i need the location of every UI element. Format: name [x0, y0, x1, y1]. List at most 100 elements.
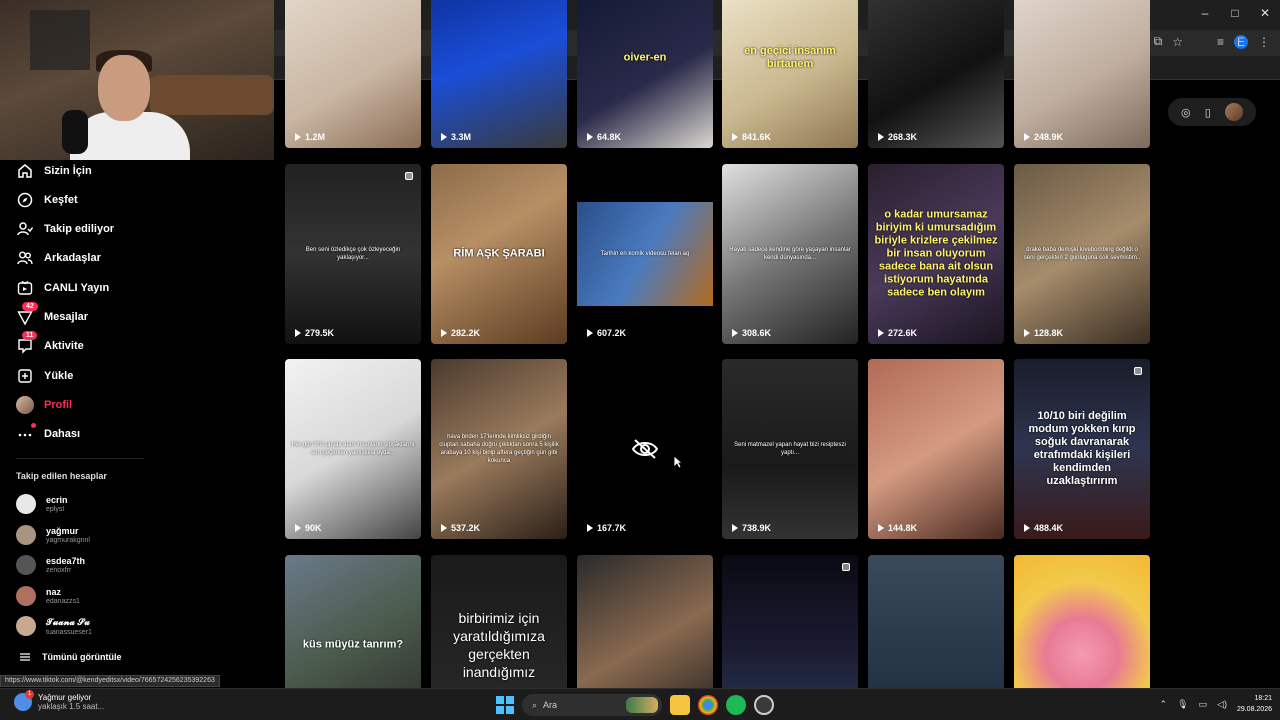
see-all-button[interactable]: Tümünü görüntüle	[20, 652, 121, 662]
view-count-value: 128.8K	[1034, 328, 1064, 338]
bookmark-star-icon[interactable]: ☆	[1172, 35, 1183, 49]
nav-for-you[interactable]: Sizin İçin	[16, 160, 92, 182]
play-icon	[1024, 524, 1030, 532]
nav-messages[interactable]: 42 Mesajlar	[16, 302, 89, 328]
video-tile[interactable]: oiver-en 64.8K	[577, 0, 713, 148]
video-tile[interactable]: drake baba demişki lovebombing değildi o…	[1014, 164, 1150, 344]
nav-profile[interactable]: Profil	[16, 394, 72, 416]
compass-icon	[16, 191, 34, 209]
video-tile[interactable]: 144.8K	[868, 359, 1004, 539]
nav-label: Keşfet	[44, 194, 78, 206]
view-count-value: 308.6K	[742, 328, 772, 338]
sidebar: Sizin İçin Keşfet Takip ediliyor Arkadaş…	[0, 160, 274, 675]
nav-label: Dahası	[44, 428, 81, 440]
nav-label: Sizin İçin	[44, 165, 92, 177]
video-tile[interactable]: Seni matmazel yapan hayat bizi resiptesz…	[722, 359, 858, 539]
account-avatar	[16, 586, 36, 606]
browser-profile-avatar[interactable]: E	[1234, 34, 1248, 49]
file-explorer-icon[interactable]	[670, 695, 690, 715]
video-caption: birbirimiz için yaratıldığımıza gerçekte…	[453, 610, 545, 680]
chrome-icon[interactable]	[698, 695, 718, 715]
upload-icon	[16, 367, 34, 385]
following-account[interactable]: 𝓣𝓾𝓪𝓷𝓪 𝓢𝓾 tuanassueser1	[16, 612, 92, 640]
view-count: 248.9K	[1024, 132, 1063, 142]
microphone-icon[interactable]: 🎙	[1177, 699, 1188, 710]
view-count: 144.8K	[878, 523, 917, 533]
obs-icon[interactable]	[754, 695, 774, 715]
video-tile[interactable]: hava birden 17'lerinde kimliksiz girdiği…	[431, 359, 567, 539]
view-count: 308.6K	[732, 328, 771, 338]
messages-badge: 42	[22, 302, 38, 311]
video-caption: 10/10 biri değilim modum yokken kırıp so…	[1028, 410, 1136, 487]
volume-icon[interactable]: ◁)	[1217, 699, 1227, 710]
video-tile[interactable]: en geçici insanım birtanem 841.6K	[722, 0, 858, 148]
windows-start-icon[interactable]	[496, 696, 514, 714]
taskbar-search[interactable]: ⌕ Ara	[522, 694, 662, 716]
account-handle: edanazzs1	[46, 598, 80, 605]
home-icon	[16, 162, 34, 180]
view-count-value: 841.6K	[742, 132, 772, 142]
following-account[interactable]: yağmur yagmurakgnnl	[16, 521, 90, 549]
nav-upload[interactable]: Yükle	[16, 365, 73, 387]
account-name: 𝓣𝓾𝓪𝓷𝓪 𝓢𝓾	[46, 616, 90, 627]
video-tile[interactable]: Her gün 9:9 şipşak atan insanların şipşa…	[285, 359, 421, 539]
video-tile[interactable]: Tarihin en komik videosu felan aq 607.2K	[577, 164, 713, 344]
view-count-value: 144.8K	[888, 523, 918, 533]
video-caption: Seni matmazel yapan hayat bizi resiptesz…	[734, 442, 846, 456]
video-caption: küs müyüz tanrım?	[302, 638, 404, 651]
spotify-icon[interactable]	[726, 695, 746, 715]
nav-explore[interactable]: Keşfet	[16, 189, 78, 211]
video-tile[interactable]: Ben seni özledikçe çok özleyeceğin yakla…	[285, 164, 421, 344]
maximize-button[interactable]: □	[1220, 6, 1250, 20]
view-count-value: 1.2M	[305, 132, 326, 142]
search-highlight-image	[626, 697, 658, 713]
nav-more[interactable]: Dahası	[16, 423, 80, 445]
view-count-value: 282.2K	[451, 328, 481, 338]
weather-widget[interactable]: 1 Yağmur geliyor yaklaşık 1.5 saat...	[14, 690, 105, 711]
following-account[interactable]: esdea7th zenoxfrr	[16, 551, 85, 579]
video-tile[interactable]: Hayatı sadece kendine göre yaşayan insan…	[722, 164, 858, 344]
close-window-button[interactable]: ✕	[1250, 6, 1280, 20]
weather-subtitle: yaklaşık 1.5 saat...	[38, 702, 105, 711]
nav-label: Mesajlar	[44, 311, 89, 323]
play-icon	[878, 329, 884, 337]
nav-activity[interactable]: 11 Aktivite	[16, 331, 84, 357]
profile-avatar	[16, 396, 34, 414]
photo-carousel-icon	[842, 563, 850, 571]
view-count: 90K	[295, 523, 322, 533]
view-count-value: 738.9K	[742, 523, 772, 533]
video-tile[interactable]: 268.3K	[868, 0, 1004, 148]
account-avatar	[16, 555, 36, 575]
system-tray: ⌃ 🎙 ▭ ◁) 18:21 29.08.2026	[1160, 693, 1272, 715]
following-account[interactable]: ecrin eplyst	[16, 490, 68, 518]
video-tile[interactable]: RİM AŞK ŞARABI 282.2K	[431, 164, 567, 344]
translate-icon[interactable]: ⧉	[1154, 34, 1163, 49]
view-count: 841.6K	[732, 132, 771, 142]
compass-icon[interactable]: ◎	[1181, 106, 1191, 119]
following-account[interactable]: naz edanazzs1	[16, 582, 80, 610]
tray-chevron-icon[interactable]: ⌃	[1160, 699, 1168, 710]
user-avatar[interactable]	[1224, 103, 1243, 121]
clock[interactable]: 18:21 29.08.2026	[1237, 693, 1272, 715]
minimize-button[interactable]: –	[1190, 6, 1220, 20]
activity-badge: 11	[22, 331, 38, 340]
nav-live[interactable]: CANLI Yayın	[16, 277, 109, 299]
video-caption: en geçici insanım birtanem	[744, 45, 836, 70]
account-avatar	[16, 525, 36, 545]
video-tile[interactable]: 248.9K	[1014, 0, 1150, 148]
browser-menu-icon[interactable]: ⋮	[1258, 35, 1270, 49]
nav-label: Profil	[44, 399, 73, 411]
nav-following[interactable]: Takip ediliyor	[16, 218, 114, 240]
media-controls-icon[interactable]: ≡	[1217, 35, 1224, 49]
view-count-value: 268.3K	[888, 132, 918, 142]
video-tile[interactable]: 10/10 biri değilim modum yokken kırıp so…	[1014, 359, 1150, 539]
view-count: 167.7K	[587, 523, 626, 533]
nav-friends[interactable]: Arkadaşlar	[16, 247, 101, 269]
phone-icon[interactable]: ▯	[1205, 106, 1211, 119]
video-tile[interactable]: 3.3M	[431, 0, 567, 148]
video-tile[interactable]: 167.7K	[577, 359, 713, 539]
video-tile[interactable]: 1.2M	[285, 0, 421, 148]
play-icon	[1024, 329, 1030, 337]
network-icon[interactable]: ▭	[1199, 699, 1208, 710]
video-tile[interactable]: o kadar umursamaz biriyim ki umursadığım…	[868, 164, 1004, 344]
